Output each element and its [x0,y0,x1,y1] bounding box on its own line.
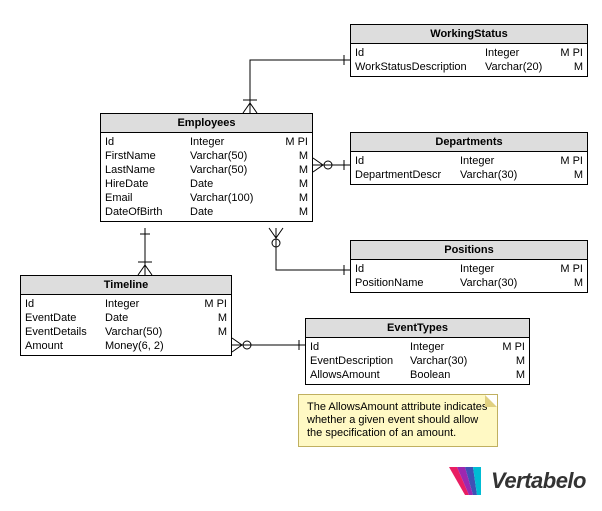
attr-name: Email [105,191,190,205]
attribute-row: AmountMoney(6, 2) [21,339,231,353]
attr-name: LastName [105,163,190,177]
attribute-row: HireDateDate M [101,177,312,191]
attr-name: PositionName [355,276,460,290]
entity-title: Departments [351,133,587,152]
attr-flags: M [516,368,525,382]
attr-flags: M [299,163,308,177]
attr-flags: M PI [204,297,227,311]
attr-flags: M [516,354,525,368]
attr-name: Id [25,297,105,311]
attr-name: DepartmentDescr [355,168,460,182]
attr-flags: M PI [560,46,583,60]
attr-flags: M [299,149,308,163]
attribute-row: IdInteger M PI [351,154,587,168]
attr-name: DateOfBirth [105,205,190,219]
attribute-row: DateOfBirthDate M [101,205,312,219]
attribute-row: IdInteger M PI [21,297,231,311]
entity-positions: Positions IdIntegerM PIPositionNameVarch… [350,240,588,293]
attribute-row: LastNameVarchar(50) M [101,163,312,177]
attr-flags: M [299,177,308,191]
attribute-row: EventDescriptionVarchar(30) M [306,354,529,368]
vertabelo-logo-text: Vertabelo [491,468,586,494]
attr-type: Varchar(50) [105,325,185,339]
attribute-row: IdInteger M PI [306,340,529,354]
attr-name: HireDate [105,177,190,191]
attribute-row: AllowsAmountBoolean M [306,368,529,382]
entity-body: IdInteger M PI DepartmentDescrVarchar(30) M [351,152,587,184]
attribute-row: IdInteger M PI [101,135,312,149]
vertabelo-logo-icon [449,463,485,499]
attr-name: Amount [25,339,105,353]
attr-type: Date [105,311,185,325]
attr-type: Integer [460,262,530,276]
vertabelo-logo: Vertabelo [449,463,586,499]
attr-flags: M [299,191,308,205]
attr-type: Varchar(20) [485,60,553,74]
entity-title: Timeline [21,276,231,295]
entity-eventtypes: EventTypes IdIntegerM PIEventDescription… [305,318,530,385]
attr-name: Id [355,262,460,276]
attribute-row: IdInteger M PI [351,262,587,276]
entity-title: Employees [101,114,312,133]
entity-departments: Departments IdIntegerM PIDepartmentDescr… [350,132,588,185]
attr-type: Varchar(50) [190,163,270,177]
attr-type: Money(6, 2) [105,339,185,353]
attr-type: Integer [485,46,553,60]
attr-flags: M PI [560,262,583,276]
attr-name: WorkStatusDescription [355,60,485,74]
entity-body: IdIntegerM PIFirstNameVarchar(50)MLastNa… [101,133,312,221]
attr-name: EventDate [25,311,105,325]
attr-type: Varchar(50) [190,149,270,163]
entity-title: WorkingStatus [351,25,587,44]
attr-flags: M [574,60,583,74]
attr-name: EventDescription [310,354,410,368]
attr-flags: M [299,205,308,219]
attr-name: EventDetails [25,325,105,339]
attr-flags: M PI [285,135,308,149]
attribute-row: EmailVarchar(100) M [101,191,312,205]
attr-name: Id [310,340,410,354]
attr-type: Integer [460,154,530,168]
entity-timeline: Timeline IdIntegerM PIEventDateDateMEven… [20,275,232,356]
attribute-row: EventDetailsVarchar(50) M [21,325,231,339]
attr-name: FirstName [105,149,190,163]
note-fold-icon [485,395,497,407]
attr-flags: M [574,168,583,182]
entity-body: IdIntegerM PIEventDescriptionVarchar(30)… [306,338,529,384]
entity-title: EventTypes [306,319,529,338]
entity-workingstatus: WorkingStatus IdIntegerM PIWorkStatusDes… [350,24,588,77]
attr-type: Boolean [410,368,480,382]
attr-name: Id [355,154,460,168]
attribute-row: PositionNameVarchar(30) M [351,276,587,290]
attribute-row: EventDateDate M [21,311,231,325]
attr-name: Id [105,135,190,149]
attribute-row: DepartmentDescrVarchar(30) M [351,168,587,182]
attr-flags: M PI [560,154,583,168]
attr-type: Integer [105,297,185,311]
entity-body: IdIntegerM PIWorkStatusDescriptionVarcha… [351,44,587,76]
attr-name: AllowsAmount [310,368,410,382]
attr-type: Integer [190,135,270,149]
note-allowsamount: The AllowsAmount attribute indicates whe… [298,394,498,447]
attr-flags: M [218,325,227,339]
attr-type: Varchar(30) [410,354,480,368]
entity-title: Positions [351,241,587,260]
attribute-row: WorkStatusDescriptionVarchar(20) M [351,60,587,74]
attr-type: Integer [410,340,480,354]
attr-type: Varchar(100) [190,191,270,205]
attr-type: Varchar(30) [460,168,530,182]
attr-flags: M [574,276,583,290]
entity-body: IdIntegerM PIEventDateDateMEventDetailsV… [21,295,231,355]
attr-type: Varchar(30) [460,276,530,290]
attr-type: Date [190,177,270,191]
attr-type: Date [190,205,270,219]
attr-name: Id [355,46,485,60]
attr-flags: M [218,311,227,325]
note-text: The AllowsAmount attribute indicates whe… [307,401,487,439]
entity-body: IdInteger M PI PositionNameVarchar(30) M [351,260,587,292]
entity-employees: Employees IdIntegerM PIFirstNameVarchar(… [100,113,313,222]
attribute-row: IdInteger M PI [351,46,587,60]
attr-flags: M PI [502,340,525,354]
attribute-row: FirstNameVarchar(50) M [101,149,312,163]
